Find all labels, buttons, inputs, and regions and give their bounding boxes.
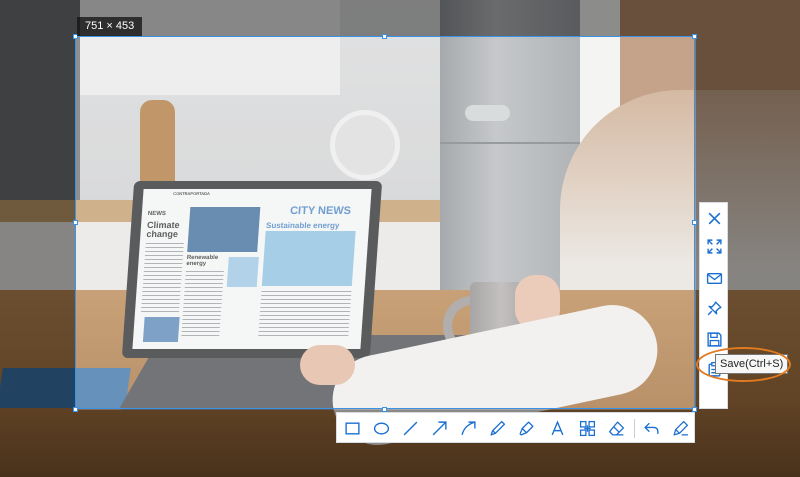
rectangle-tool[interactable] [340, 416, 364, 440]
pin-icon [707, 301, 722, 316]
arrow-tool[interactable] [427, 416, 451, 440]
bottom-toolbar [336, 412, 695, 443]
mosaic-tool[interactable] [575, 416, 599, 440]
curved-arrow-tool[interactable] [456, 416, 480, 440]
marker-icon [518, 420, 534, 436]
text-tool[interactable] [545, 416, 569, 440]
close-button[interactable] [702, 206, 727, 231]
resize-handle-top[interactable] [382, 34, 387, 39]
ellipse-tool[interactable] [369, 416, 393, 440]
fullscreen-button[interactable] [702, 234, 727, 259]
line-tool[interactable] [398, 416, 422, 440]
close-icon [708, 212, 721, 225]
mail-button[interactable] [702, 266, 727, 291]
resize-handle-top-right[interactable] [692, 34, 697, 39]
undo-icon [643, 422, 659, 434]
undo-button[interactable] [639, 416, 663, 440]
eraser-tool[interactable] [604, 416, 628, 440]
highlight-annotation [696, 347, 791, 382]
resize-handle-bottom-left[interactable] [73, 407, 78, 412]
toolbar-divider [634, 419, 635, 438]
done-icon [672, 420, 688, 436]
selection-size-label: 751 × 453 [77, 17, 143, 36]
pen-tool[interactable] [485, 416, 509, 440]
pen-icon [489, 420, 505, 436]
eraser-icon [608, 420, 624, 436]
marker-tool[interactable] [514, 416, 538, 440]
ellipse-icon [373, 421, 389, 435]
curved-arrow-icon [460, 420, 476, 435]
text-icon [551, 419, 563, 435]
mosaic-icon [579, 420, 595, 436]
mail-icon [706, 273, 723, 284]
done-button[interactable] [668, 416, 692, 440]
resize-handle-right[interactable] [692, 220, 697, 225]
fullscreen-icon [707, 239, 722, 254]
rectangle-icon [344, 421, 360, 435]
pin-button[interactable] [702, 296, 727, 321]
line-icon [403, 421, 417, 435]
save-icon [707, 332, 722, 347]
arrow-icon [432, 420, 447, 435]
capture-selection[interactable] [75, 36, 695, 409]
dim-mask-left [0, 36, 75, 409]
resize-handle-left[interactable] [73, 220, 78, 225]
